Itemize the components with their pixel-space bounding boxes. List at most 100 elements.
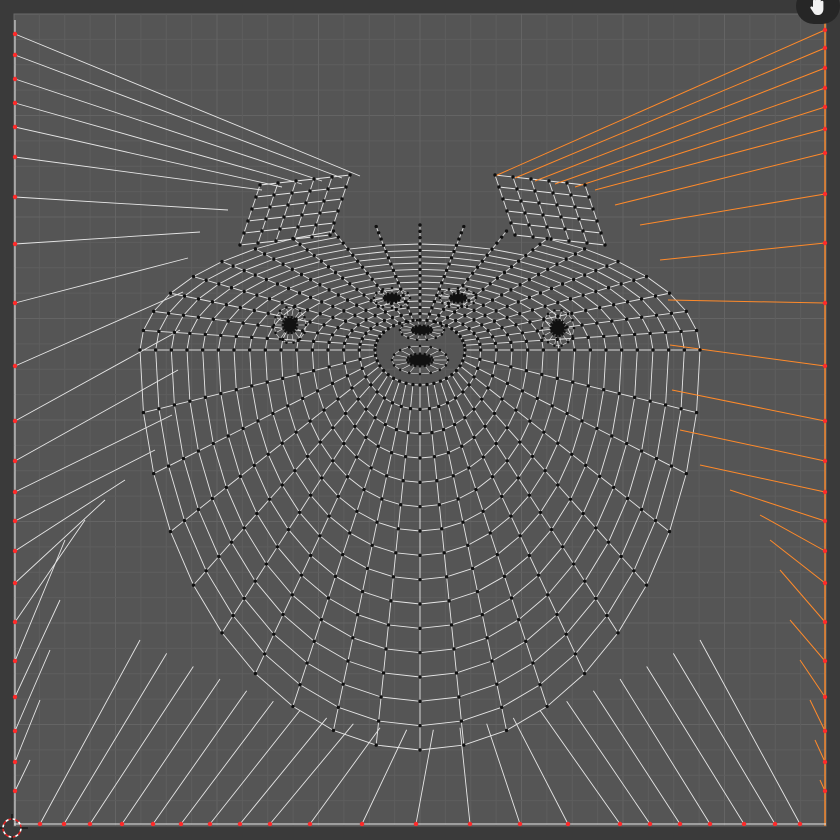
uv-vertex[interactable] bbox=[418, 318, 422, 322]
uv-vertex[interactable] bbox=[418, 577, 422, 582]
uv-vertex[interactable] bbox=[166, 464, 171, 468]
uv-vertex[interactable] bbox=[822, 458, 828, 464]
uv-vertex[interactable] bbox=[336, 326, 340, 330]
uv-vertex[interactable] bbox=[707, 821, 713, 827]
uv-vertex[interactable] bbox=[654, 313, 659, 317]
uv-vertex[interactable] bbox=[602, 334, 606, 339]
uv-vertex[interactable] bbox=[211, 441, 216, 446]
uv-vertex[interactable] bbox=[394, 307, 399, 312]
uv-vertex[interactable] bbox=[196, 449, 201, 453]
uv-vertex[interactable] bbox=[555, 376, 559, 381]
uv-vertex[interactable] bbox=[822, 619, 828, 625]
uv-vertex[interactable] bbox=[346, 247, 350, 251]
uv-vertex[interactable] bbox=[543, 468, 547, 473]
uv-vertex[interactable] bbox=[418, 748, 422, 752]
uv-vertex[interactable] bbox=[486, 328, 490, 333]
uv-vertex[interactable] bbox=[398, 348, 402, 352]
uv-vertex[interactable] bbox=[418, 602, 422, 606]
uv-vertex[interactable] bbox=[535, 329, 539, 333]
uv-vertex[interactable] bbox=[509, 221, 513, 225]
uv-vertex[interactable] bbox=[226, 434, 230, 438]
uv-vertex[interactable] bbox=[550, 404, 554, 408]
uv-vertex[interactable] bbox=[344, 185, 348, 189]
uv-vertex[interactable] bbox=[480, 397, 484, 401]
uv-vertex[interactable] bbox=[383, 310, 388, 314]
uv-vertex[interactable] bbox=[375, 359, 379, 363]
uv-vertex[interactable] bbox=[369, 298, 373, 303]
uv-vertex[interactable] bbox=[418, 273, 422, 278]
uv-vertex[interactable] bbox=[191, 583, 196, 587]
uv-vertex[interactable] bbox=[822, 728, 828, 734]
uv-vertex[interactable] bbox=[480, 323, 484, 327]
uv-vertex[interactable] bbox=[524, 253, 528, 258]
uv-vertex[interactable] bbox=[452, 422, 457, 427]
uv-vertex[interactable] bbox=[654, 456, 659, 461]
uv-vertex[interactable] bbox=[216, 348, 221, 352]
uv-vertex[interactable] bbox=[456, 497, 460, 501]
uv-vertex[interactable] bbox=[406, 301, 409, 305]
uv-vertex[interactable] bbox=[483, 424, 487, 429]
uv-vertex[interactable] bbox=[253, 273, 257, 277]
uv-vertex[interactable] bbox=[444, 324, 449, 328]
uv-vertex[interactable] bbox=[390, 306, 394, 310]
uv-vertex[interactable] bbox=[342, 441, 346, 446]
uv-vertex[interactable] bbox=[359, 821, 365, 827]
uv-vertex[interactable] bbox=[311, 339, 316, 344]
uv-vertex[interactable] bbox=[278, 337, 282, 341]
uv-vertex[interactable] bbox=[345, 374, 350, 378]
uv-vertex[interactable] bbox=[822, 191, 828, 197]
uv-vertex[interactable] bbox=[447, 262, 451, 266]
uv-vertex[interactable] bbox=[585, 241, 589, 245]
uv-vertex[interactable] bbox=[546, 267, 550, 272]
uv-vertex[interactable] bbox=[523, 211, 527, 215]
uv-vertex[interactable] bbox=[583, 273, 587, 277]
uv-vertex[interactable] bbox=[583, 183, 587, 187]
uv-vertex[interactable] bbox=[461, 339, 465, 343]
uv-vertex[interactable] bbox=[280, 441, 284, 445]
uv-vertex[interactable] bbox=[362, 293, 366, 297]
uv-vertex[interactable] bbox=[460, 304, 464, 309]
uv-vertex[interactable] bbox=[378, 334, 382, 339]
uv-vertex[interactable] bbox=[445, 315, 450, 320]
uv-vertex[interactable] bbox=[822, 27, 828, 33]
uv-vertex[interactable] bbox=[505, 304, 509, 309]
uv-vertex[interactable] bbox=[308, 493, 313, 497]
uv-vertex[interactable] bbox=[272, 632, 276, 636]
uv-vertex[interactable] bbox=[450, 327, 454, 331]
uv-vertex[interactable] bbox=[418, 299, 422, 303]
uv-vertex[interactable] bbox=[527, 295, 532, 300]
uv-vertex[interactable] bbox=[472, 301, 475, 305]
uv-vertex[interactable] bbox=[494, 348, 499, 352]
uv-vertex[interactable] bbox=[606, 285, 611, 290]
uv-vertex[interactable] bbox=[398, 328, 402, 332]
uv-vertex[interactable] bbox=[297, 291, 302, 295]
uv-vertex[interactable] bbox=[565, 411, 569, 416]
uv-vertex[interactable] bbox=[481, 509, 485, 513]
uv-vertex[interactable] bbox=[365, 271, 370, 275]
uv-vertex[interactable] bbox=[529, 177, 533, 181]
uv-vertex[interactable] bbox=[386, 256, 391, 260]
uv-vertex[interactable] bbox=[451, 474, 455, 478]
uv-vertex[interactable] bbox=[492, 319, 497, 323]
uv-vertex[interactable] bbox=[178, 821, 184, 827]
uv-vertex[interactable] bbox=[530, 308, 535, 312]
uv-vertex[interactable] bbox=[822, 104, 828, 110]
uv-vertex[interactable] bbox=[500, 397, 504, 401]
uv-vertex[interactable] bbox=[516, 300, 520, 304]
uv-vertex[interactable] bbox=[546, 312, 550, 316]
uv-vertex[interactable] bbox=[298, 242, 302, 246]
uv-vertex[interactable] bbox=[441, 291, 444, 295]
uv-vertex[interactable] bbox=[452, 249, 456, 254]
uv-vertex[interactable] bbox=[315, 331, 320, 335]
uv-vertex[interactable] bbox=[537, 201, 541, 205]
uv-vertex[interactable] bbox=[383, 422, 388, 427]
uv-vertex[interactable] bbox=[331, 229, 336, 233]
uv-vertex[interactable] bbox=[573, 205, 577, 209]
uv-vertex[interactable] bbox=[556, 483, 560, 487]
uv-vertex[interactable] bbox=[413, 821, 419, 827]
uv-vertex[interactable] bbox=[478, 342, 482, 347]
uv-vertex[interactable] bbox=[298, 337, 302, 341]
uv-vertex[interactable] bbox=[581, 511, 585, 516]
uv-vertex[interactable] bbox=[822, 518, 828, 524]
uv-vertex[interactable] bbox=[644, 274, 649, 279]
